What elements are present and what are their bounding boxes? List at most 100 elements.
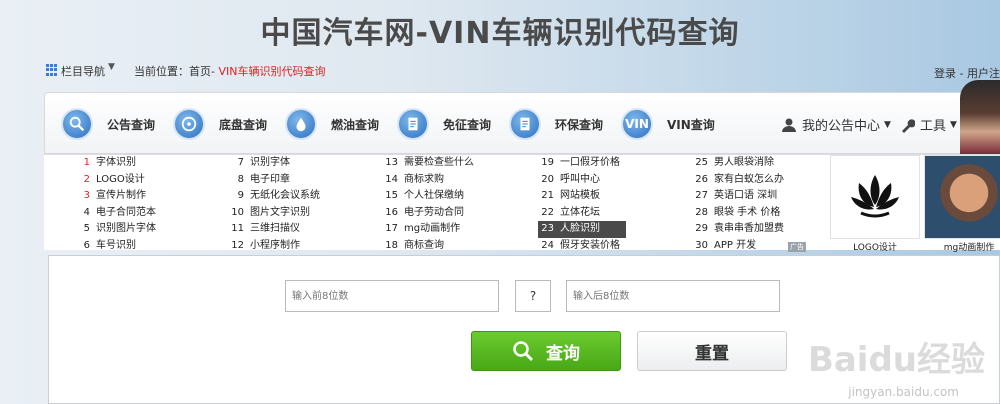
link-item[interactable]: 14 商标求购 xyxy=(382,172,474,189)
link-item[interactable]: 16 电子劳动合同 xyxy=(382,205,474,222)
link-rank: 26 xyxy=(695,173,708,185)
link-rank: 10 xyxy=(231,206,244,218)
link-rank: 25 xyxy=(695,157,708,168)
caret-down-icon: ▼ xyxy=(884,119,891,130)
nav-item-vin[interactable]: VIN VIN查询 xyxy=(621,107,715,141)
vin-icon: VIN xyxy=(621,108,653,140)
link-item[interactable]: 10 图片文字识别 xyxy=(228,205,320,222)
link-item[interactable]: 1 字体识别 xyxy=(74,155,156,172)
link-item[interactable]: 2 LOGO设计 xyxy=(74,172,156,189)
vin-front-input[interactable] xyxy=(285,280,499,312)
nav-item-label: 底盘查询 xyxy=(219,117,268,132)
link-item[interactable]: 4 电子合同范本 xyxy=(74,205,156,222)
query-button[interactable]: 查询 xyxy=(471,331,621,371)
link-item[interactable]: 28 眼袋 手术 价格 xyxy=(692,205,784,222)
my-center-menu[interactable]: 我的公告中心 ▼ xyxy=(781,115,891,134)
link-text: 网站模板 xyxy=(560,190,600,202)
link-item[interactable]: 22 立体花坛 xyxy=(538,205,626,222)
ad-mg-animation[interactable]: mg动画制作 xyxy=(924,155,1000,253)
ad-tag: 广告 xyxy=(788,242,806,252)
tools-menu[interactable]: 工具 ▼ xyxy=(899,115,957,134)
link-item[interactable]: 29 袁串串香加盟费 xyxy=(692,221,784,238)
link-text: 英语口语 深圳 xyxy=(714,190,778,202)
link-text: 个人社保缴纳 xyxy=(404,190,464,202)
breadcrumb-prefix: 当前位置：首页- xyxy=(134,65,219,78)
nav-menu-button[interactable]: 栏目导航 xyxy=(61,63,105,79)
link-rank: 1 xyxy=(83,157,90,168)
link-item[interactable]: 24 假牙安装价格 xyxy=(538,238,626,255)
link-item[interactable]: 8 电子印章 xyxy=(228,172,320,189)
nav-item-announcement[interactable]: 公告查询 xyxy=(61,107,155,141)
link-item[interactable]: 13 需要检查些什么 xyxy=(382,155,474,172)
link-column: 7 识别字体 8 电子印章 9 无纸化会议系统 10 图片文字识别 11 三维扫描仪 12 小程序制作 xyxy=(228,155,320,255)
grid-menu-icon[interactable] xyxy=(46,64,58,76)
link-text: 商标求购 xyxy=(404,173,444,185)
link-item[interactable]: 17 mg动画制作 xyxy=(382,221,474,238)
link-item[interactable]: 23 人脸识别 xyxy=(538,221,626,238)
link-item[interactable]: 11 三维扫描仪 xyxy=(228,221,320,238)
link-rank: 22 xyxy=(541,206,554,218)
fuel-drop-icon xyxy=(285,108,317,140)
link-rank: 28 xyxy=(695,206,708,218)
link-rank: 30 xyxy=(695,239,708,251)
caret-down-icon[interactable]: ▼ xyxy=(108,62,115,72)
tools-label: 工具 xyxy=(920,119,947,134)
link-rank: 14 xyxy=(385,173,398,185)
link-column: 1 字体识别 2 LOGO设计 3 宣传片制作 4 电子合同范本 5 识别图片字体 6 车号识别 xyxy=(74,155,156,255)
my-center-label: 我的公告中心 xyxy=(802,119,881,134)
user-icon xyxy=(782,118,796,132)
link-item[interactable]: 15 个人社保缴纳 xyxy=(382,188,474,205)
nav-item-env[interactable]: 环保查询 xyxy=(509,107,603,141)
link-item[interactable]: 3 宣传片制作 xyxy=(74,188,156,205)
link-item[interactable]: 18 商标查询 xyxy=(382,238,474,255)
check-digit-box[interactable]: ? xyxy=(515,280,551,312)
link-text: 识别图片字体 xyxy=(96,223,156,235)
link-text: 假牙安装价格 xyxy=(560,239,620,251)
link-rank: 16 xyxy=(385,206,398,218)
link-text: 宣传片制作 xyxy=(96,190,146,202)
link-item[interactable]: 9 无纸化会议系统 xyxy=(228,188,320,205)
link-item[interactable]: 25 男人眼袋消除 xyxy=(692,155,784,172)
link-item[interactable]: 5 识别图片字体 xyxy=(74,221,156,238)
link-item[interactable]: 12 小程序制作 xyxy=(228,238,320,255)
link-item[interactable]: 20 呼叫中心 xyxy=(538,172,626,189)
lotus-logo-icon xyxy=(830,155,920,239)
nav-panel: 公告查询 底盘查询 燃油查询 免征查询 环保查询 VIN VIN查询 我的公告中… xyxy=(44,92,1000,154)
link-item[interactable]: 30 APP 开发 xyxy=(692,238,784,255)
query-button-label: 查询 xyxy=(546,343,580,364)
link-column: 13 需要检查些什么 14 商标求购 15 个人社保缴纳 16 电子劳动合同 17 mg动画制作 1… xyxy=(382,155,474,255)
link-rank: 20 xyxy=(541,173,554,185)
link-item[interactable]: 19 一口假牙价格 xyxy=(538,155,626,172)
link-rank: 27 xyxy=(695,190,708,202)
ad-logo-design[interactable]: LOGO设计 xyxy=(830,155,920,253)
link-text: mg动画制作 xyxy=(404,223,461,235)
vin-back-input[interactable] xyxy=(566,280,780,312)
link-rank: 7 xyxy=(237,157,244,168)
link-item[interactable]: 27 英语口语 深圳 xyxy=(692,188,784,205)
watermark-url: jingyan.baidu.com xyxy=(848,385,959,399)
nav-item-chassis[interactable]: 底盘查询 xyxy=(173,107,267,141)
link-text: 商标查询 xyxy=(404,239,444,251)
link-rank: 29 xyxy=(695,223,708,235)
link-item[interactable]: 6 车号识别 xyxy=(74,238,156,255)
link-text: 男人眼袋消除 xyxy=(714,157,774,168)
link-rank: 12 xyxy=(231,239,244,251)
reset-button[interactable]: 重置 xyxy=(637,331,787,371)
nav-item-label: 环保查询 xyxy=(555,117,604,132)
link-text: LOGO设计 xyxy=(96,173,145,185)
link-item[interactable]: 26 家有白蚁怎么办 xyxy=(692,172,784,189)
nav-item-fuel[interactable]: 燃油查询 xyxy=(285,107,379,141)
avatar xyxy=(960,80,1000,154)
page-title: 中国汽车网-VIN车辆识别代码查询 xyxy=(260,16,740,51)
link-item[interactable]: 21 网站模板 xyxy=(538,188,626,205)
link-item[interactable]: 7 识别字体 xyxy=(228,155,320,172)
link-text: APP 开发 xyxy=(714,239,757,251)
login-link[interactable]: 登录 - 用户注 xyxy=(934,65,1000,81)
link-text: 电子印章 xyxy=(250,173,290,185)
nav-item-exempt[interactable]: 免征查询 xyxy=(397,107,491,141)
link-rank: 11 xyxy=(231,223,244,235)
breadcrumb-current[interactable]: VIN车辆识别代码查询 xyxy=(218,65,325,78)
search-icon xyxy=(513,341,534,362)
link-rank: 15 xyxy=(385,190,398,202)
gauge-icon xyxy=(173,108,205,140)
